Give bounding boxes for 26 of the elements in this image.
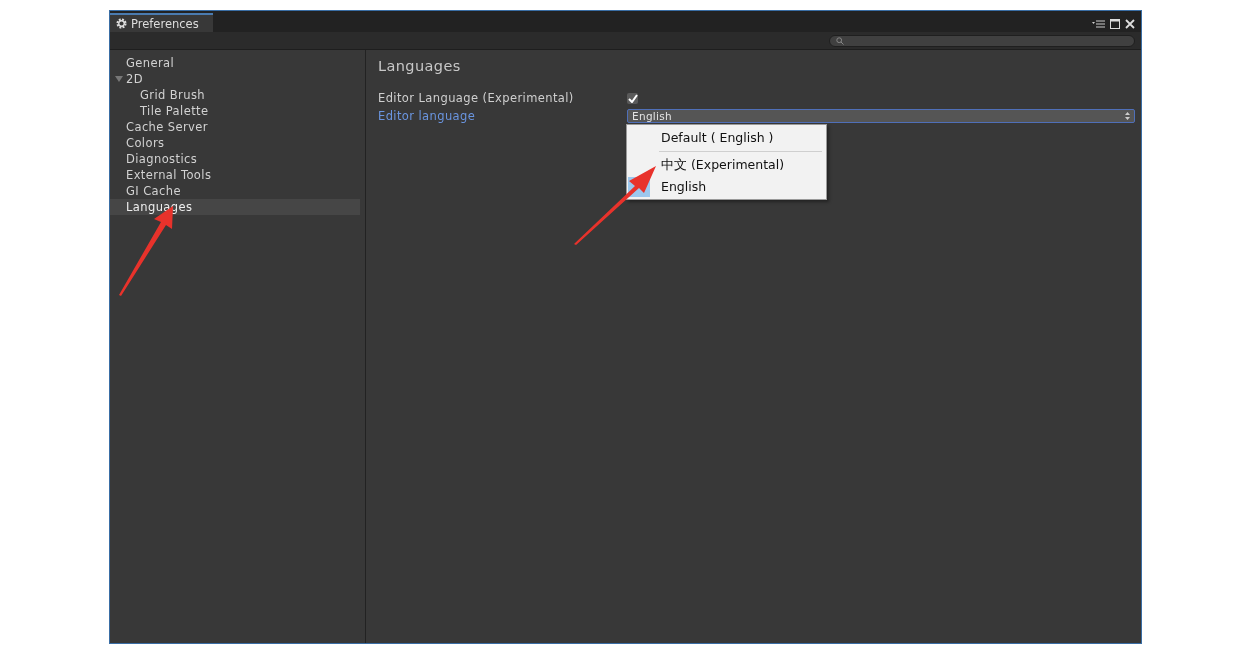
search-field[interactable] <box>829 34 1135 47</box>
sidebar-item[interactable]: Grid Brush <box>110 87 360 103</box>
sidebar-item[interactable]: 2D <box>110 71 360 87</box>
sidebar-item[interactable]: Colors <box>110 135 360 151</box>
checkbox[interactable] <box>627 92 638 104</box>
sidebar-item[interactable]: Cache Server <box>110 119 360 135</box>
close-icon[interactable] <box>1125 19 1135 29</box>
sidebar-item[interactable]: GI Cache <box>110 183 360 199</box>
sidebar-item[interactable]: Tile Palette <box>110 103 360 119</box>
sidebar-item[interactable]: External Tools <box>110 167 360 183</box>
menu-item[interactable]: Default ( English ) <box>627 127 826 148</box>
sidebar-item[interactable]: General <box>110 55 360 71</box>
maximize-icon[interactable] <box>1110 19 1120 29</box>
window-tab[interactable]: Preferences <box>110 13 213 32</box>
updown-arrow-icon <box>1125 112 1130 120</box>
setting-label: Editor language <box>378 109 477 123</box>
expanded-triangle-icon[interactable] <box>115 75 123 83</box>
setting-label: Editor Language (Experimental) <box>378 91 575 105</box>
sidebar-item[interactable]: Diagnostics <box>110 151 360 167</box>
section-heading: Languages <box>378 57 462 76</box>
sidebar-item[interactable]: Languages <box>110 199 360 215</box>
search-icon <box>836 36 844 45</box>
language-dropdown[interactable]: English <box>627 109 1135 123</box>
menu-icon[interactable] <box>1092 20 1105 28</box>
gear-icon <box>116 18 127 29</box>
menu-item[interactable]: 中文 (Experimental) <box>627 155 826 176</box>
